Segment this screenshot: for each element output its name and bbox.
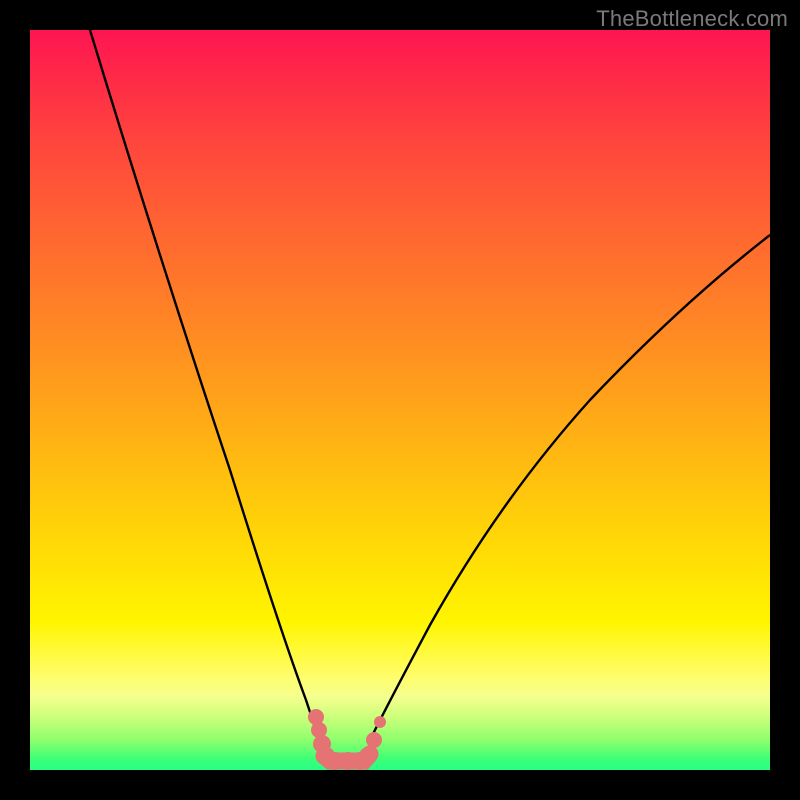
watermark-text: TheBottleneck.com xyxy=(596,6,788,32)
left-curve xyxy=(90,30,322,750)
dot xyxy=(366,732,382,748)
dot xyxy=(374,716,386,728)
right-curve xyxy=(372,235,770,736)
chart-frame: TheBottleneck.com xyxy=(0,0,800,800)
plot-area xyxy=(30,30,770,770)
curve-layer xyxy=(30,30,770,770)
valley-dots xyxy=(308,709,386,770)
dot xyxy=(359,747,377,765)
